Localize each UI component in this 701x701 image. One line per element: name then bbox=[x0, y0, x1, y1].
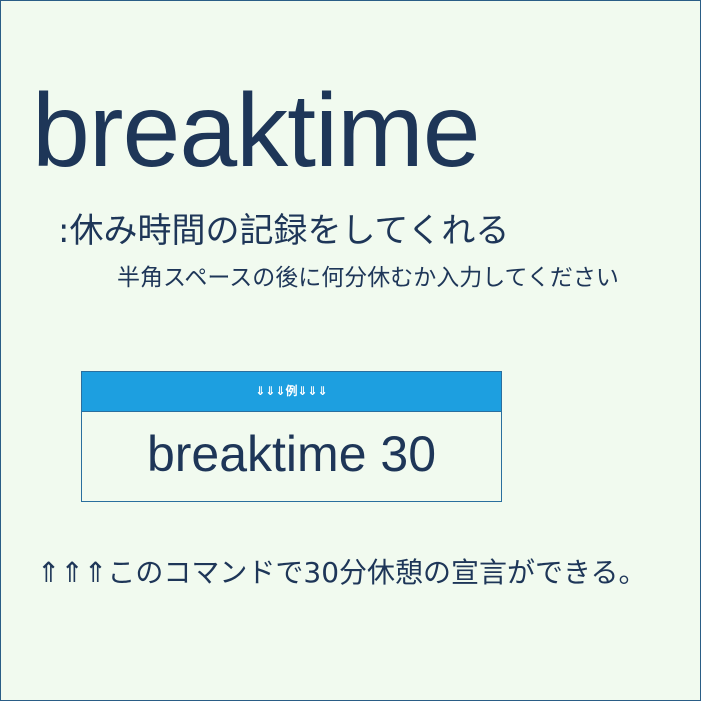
example-explanation: ⇑⇑⇑このコマンドで30分休憩の宣言ができる。 bbox=[37, 556, 647, 589]
command-title: breaktime bbox=[32, 73, 481, 189]
slide-canvas: breaktime :休み時間の記録をしてくれる 半角スペースの後に何分休むか入… bbox=[0, 0, 701, 701]
example-command: breaktime 30 bbox=[146, 426, 437, 482]
example-box: ⇓⇓⇓例⇓⇓⇓ breaktime 30 bbox=[81, 371, 502, 502]
usage-instruction: 半角スペースの後に何分休むか入力してください bbox=[117, 265, 619, 291]
example-header: ⇓⇓⇓例⇓⇓⇓ bbox=[82, 372, 501, 412]
command-description: :休み時間の記録をしてくれる bbox=[58, 211, 510, 251]
